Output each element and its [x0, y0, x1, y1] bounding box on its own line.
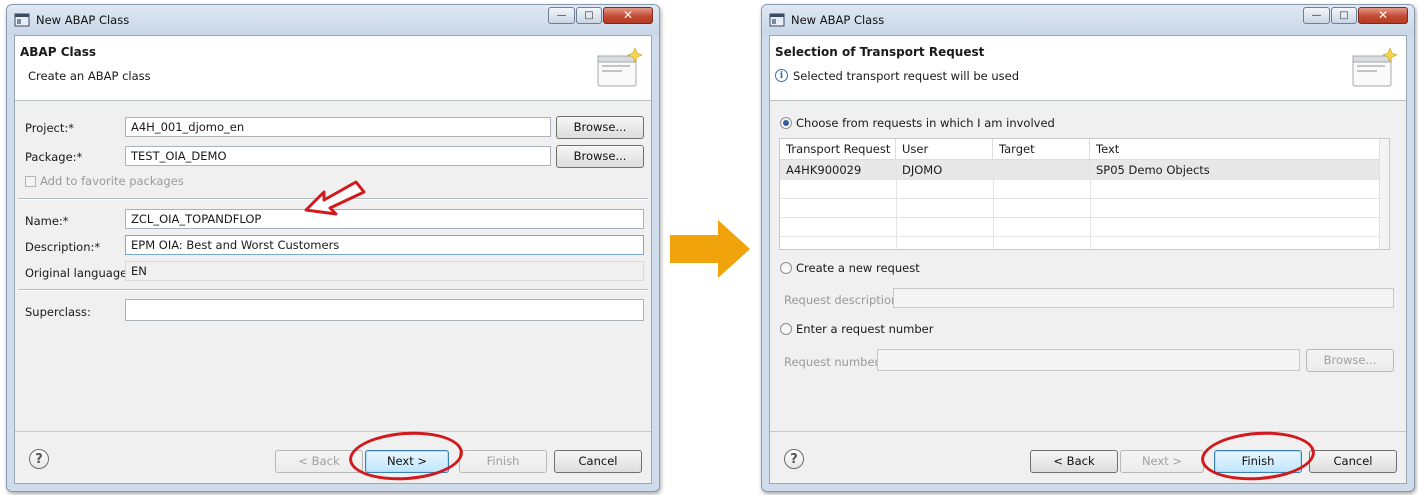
create-request-label: Create a new request [796, 261, 920, 275]
page-subtitle: Selected transport request will be used [793, 69, 1020, 83]
cell-user[interactable]: DJOMO [896, 161, 948, 180]
favorite-checkbox[interactable] [25, 176, 36, 187]
request-number-label: Request number: [784, 355, 883, 369]
request-description-label: Request description: [784, 293, 903, 307]
cancel-button[interactable]: Cancel [1309, 450, 1397, 473]
row-divider [780, 179, 1382, 180]
minimize-button[interactable]: — [548, 7, 575, 24]
request-description-field[interactable] [893, 288, 1394, 308]
name-field[interactable]: ZCL_OIA_TOPANDFLOP [125, 209, 644, 229]
close-button[interactable]: ✕ [603, 7, 653, 24]
row-divider [780, 236, 1382, 237]
selected-row-highlight [780, 160, 1382, 179]
new-abap-class-dialog: New ABAP Class — □ ✕ ABAP Class Create a… [6, 4, 660, 492]
new-abap-class-dialog-transport: New ABAP Class — □ ✕ Selection of Transp… [761, 4, 1415, 492]
request-browse-button[interactable]: Browse... [1306, 349, 1394, 372]
enter-request-number-label: Enter a request number [796, 322, 934, 336]
package-field[interactable]: TEST_OIA_DEMO [125, 146, 551, 166]
original-language-label: Original language: [25, 266, 132, 280]
page-title: Selection of Transport Request [775, 45, 985, 59]
table-scrollbar[interactable] [1379, 139, 1389, 249]
next-button[interactable]: Next > [1120, 450, 1204, 473]
column-header-transport-request[interactable]: Transport Request [780, 139, 896, 160]
help-icon[interactable]: ? [29, 449, 49, 469]
request-number-field[interactable] [877, 349, 1300, 371]
choose-requests-label: Choose from requests in which I am invol… [796, 116, 1055, 130]
window-icon [769, 13, 785, 27]
window-title: New ABAP Class [36, 13, 130, 27]
column-header-user[interactable]: User [896, 139, 993, 160]
cell-transport-request[interactable]: A4HK900029 [780, 161, 867, 180]
close-button[interactable]: ✕ [1358, 7, 1408, 24]
name-label: Name:* [25, 214, 69, 228]
separator [18, 289, 648, 291]
window-title: New ABAP Class [791, 13, 885, 27]
row-divider [780, 198, 1382, 199]
cell-text[interactable]: SP05 Demo Objects [1090, 161, 1216, 180]
info-icon: i [775, 69, 788, 82]
footer-separator [15, 431, 651, 432]
superclass-label: Superclass: [25, 305, 91, 319]
maximize-button[interactable]: □ [1331, 7, 1357, 24]
choose-requests-radio[interactable] [780, 117, 792, 129]
dialog-content: ABAP Class Create an ABAP class Project:… [14, 35, 652, 484]
package-browse-button[interactable]: Browse... [556, 145, 644, 168]
enter-request-number-radio[interactable] [780, 323, 792, 335]
project-field[interactable]: A4H_001_djomo_en [125, 117, 551, 137]
description-label: Description:* [25, 240, 101, 254]
favorite-label: Add to favorite packages [40, 174, 184, 188]
help-icon[interactable]: ? [784, 449, 804, 469]
back-button[interactable]: < Back [1030, 450, 1118, 473]
column-header-text[interactable]: Text [1090, 139, 1382, 160]
title-bar[interactable]: New ABAP Class — □ ✕ [7, 5, 659, 35]
package-label: Package:* [25, 150, 83, 164]
page-title: ABAP Class [20, 45, 96, 59]
maximize-button[interactable]: □ [576, 7, 602, 24]
cancel-button[interactable]: Cancel [554, 450, 642, 473]
original-language-field: EN [125, 261, 644, 281]
footer-separator [770, 431, 1406, 432]
minimize-button[interactable]: — [1303, 7, 1330, 24]
wizard-header: ABAP Class Create an ABAP class [15, 36, 651, 101]
create-request-radio[interactable] [780, 262, 792, 274]
superclass-field[interactable] [125, 299, 644, 321]
row-divider [780, 217, 1382, 218]
transport-request-table: Transport Request User Target Text A4HK9… [779, 138, 1390, 250]
wizard-header: Selection of Transport Request i Selecte… [770, 36, 1406, 101]
column-header-target[interactable]: Target [993, 139, 1090, 160]
window-icon [14, 13, 30, 27]
description-field[interactable]: EPM OIA: Best and Worst Customers [125, 235, 644, 255]
finish-button[interactable]: Finish [459, 450, 547, 473]
wizard-icon [1352, 47, 1398, 87]
project-label: Project:* [25, 121, 74, 135]
project-browse-button[interactable]: Browse... [556, 116, 644, 139]
transition-arrow-icon [670, 220, 750, 278]
page-subtitle: Create an ABAP class [28, 69, 151, 83]
wizard-icon [597, 47, 643, 87]
pointer-arrow-icon [304, 180, 366, 216]
title-bar[interactable]: New ABAP Class — □ ✕ [762, 5, 1414, 35]
cell-target[interactable] [993, 161, 1005, 180]
dialog-content: Selection of Transport Request i Selecte… [769, 35, 1407, 484]
